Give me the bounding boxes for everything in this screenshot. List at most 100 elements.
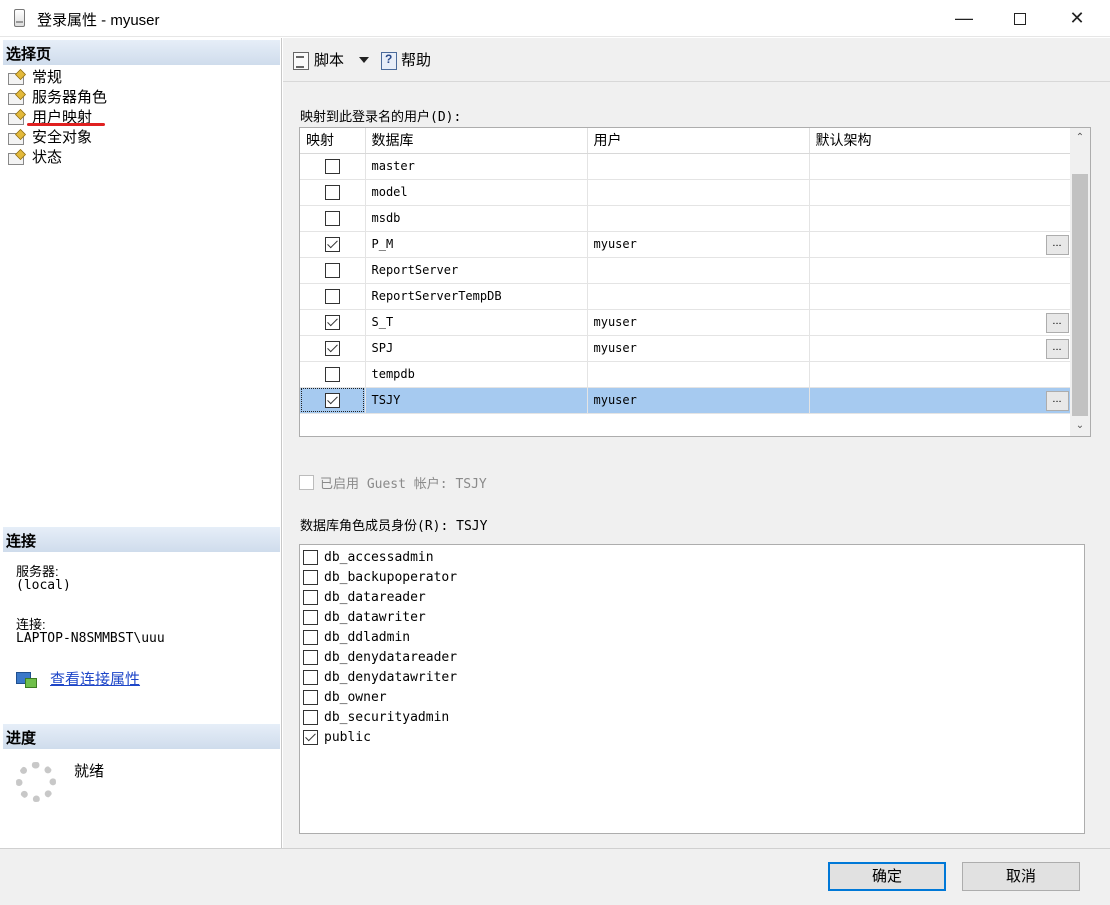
- default-schema-cell[interactable]: ...: [809, 335, 1071, 362]
- table-row[interactable]: ReportServer: [300, 257, 1071, 284]
- role-item[interactable]: db_backupoperator: [303, 568, 457, 586]
- user-cell[interactable]: [587, 257, 810, 284]
- grid-scrollbar[interactable]: ⌃ ⌄: [1070, 128, 1090, 436]
- ok-button[interactable]: 确定: [828, 862, 946, 891]
- col-default-schema[interactable]: 默认架构: [809, 128, 1071, 154]
- default-schema-cell[interactable]: [809, 205, 1071, 232]
- role-checkbox[interactable]: [303, 689, 318, 705]
- table-row[interactable]: SPJ myuser...: [300, 335, 1071, 362]
- page-icon: [7, 69, 26, 85]
- page-icon: [7, 149, 26, 165]
- role-item[interactable]: db_datareader: [303, 588, 426, 606]
- page-status[interactable]: 状态: [7, 146, 62, 166]
- view-connection-properties[interactable]: 查看连接属性: [16, 668, 140, 689]
- map-checkbox[interactable]: [324, 263, 340, 279]
- guest-account-option: 已启用 Guest 帐户: TSJY: [299, 473, 487, 492]
- role-item[interactable]: db_securityadmin: [303, 708, 449, 726]
- role-item[interactable]: db_accessadmin: [303, 548, 434, 566]
- default-schema-cell[interactable]: [809, 283, 1071, 310]
- page-securables[interactable]: 安全对象: [7, 126, 92, 146]
- map-cell: [300, 387, 366, 414]
- user-cell[interactable]: [587, 283, 810, 310]
- role-checkbox[interactable]: [303, 729, 318, 745]
- map-cell: [300, 153, 366, 180]
- script-button[interactable]: 脚本: [291, 49, 344, 70]
- map-checkbox[interactable]: [324, 367, 340, 383]
- default-schema-cell[interactable]: ...: [809, 387, 1071, 414]
- map-checkbox[interactable]: [324, 393, 340, 409]
- role-checkbox[interactable]: [303, 589, 318, 605]
- table-row[interactable]: TSJY myuser...: [300, 387, 1071, 414]
- user-cell[interactable]: [587, 361, 810, 388]
- col-database[interactable]: 数据库: [365, 128, 588, 154]
- script-dropdown-icon[interactable]: [359, 57, 369, 63]
- role-checkbox[interactable]: [303, 709, 318, 725]
- table-row[interactable]: ReportServerTempDB: [300, 283, 1071, 310]
- user-cell[interactable]: [587, 179, 810, 206]
- user-cell[interactable]: [587, 205, 810, 232]
- default-schema-cell[interactable]: [809, 361, 1071, 388]
- user-cell[interactable]: [587, 153, 810, 180]
- page-server-roles[interactable]: 服务器角色: [7, 86, 107, 106]
- role-checkbox[interactable]: [303, 649, 318, 665]
- maximize-icon: [1014, 13, 1026, 26]
- role-item[interactable]: db_ddladmin: [303, 628, 410, 646]
- role-checkbox[interactable]: [303, 549, 318, 565]
- col-user[interactable]: 用户: [587, 128, 810, 154]
- role-label: db_datareader: [324, 589, 426, 605]
- map-checkbox[interactable]: [324, 185, 340, 201]
- user-cell[interactable]: myuser: [587, 231, 810, 258]
- role-item[interactable]: db_denydatareader: [303, 648, 457, 666]
- map-checkbox[interactable]: [324, 289, 340, 305]
- table-row[interactable]: P_M myuser...: [300, 231, 1071, 258]
- role-item[interactable]: db_denydatawriter: [303, 668, 457, 686]
- maximize-button[interactable]: [991, 0, 1049, 37]
- browse-schema-button[interactable]: ...: [1045, 312, 1069, 333]
- role-label: db_ddladmin: [324, 629, 411, 645]
- map-checkbox[interactable]: [324, 211, 340, 227]
- map-checkbox[interactable]: [324, 159, 340, 175]
- browse-schema-button[interactable]: ...: [1045, 234, 1069, 255]
- role-item[interactable]: db_datawriter: [303, 608, 426, 626]
- default-schema-cell[interactable]: [809, 179, 1071, 206]
- connection-value: LAPTOP-N8SMMBST\uuu: [16, 631, 165, 646]
- role-checkbox[interactable]: [303, 629, 318, 645]
- default-schema-cell[interactable]: [809, 153, 1071, 180]
- scroll-down-icon[interactable]: ⌄: [1070, 416, 1090, 436]
- default-schema-cell[interactable]: ...: [809, 309, 1071, 336]
- page-general[interactable]: 常规: [7, 66, 62, 86]
- role-checkbox[interactable]: [303, 669, 318, 685]
- user-cell[interactable]: myuser: [587, 335, 810, 362]
- database-cell: SPJ: [365, 335, 588, 362]
- table-row[interactable]: msdb: [300, 205, 1071, 232]
- default-schema-cell[interactable]: [809, 257, 1071, 284]
- role-checkbox[interactable]: [303, 569, 318, 585]
- user-cell[interactable]: myuser: [587, 387, 810, 414]
- col-map[interactable]: 映射: [300, 128, 366, 154]
- map-checkbox[interactable]: [324, 341, 340, 357]
- table-row[interactable]: S_T myuser...: [300, 309, 1071, 336]
- minimize-button[interactable]: —: [935, 0, 993, 37]
- cancel-button[interactable]: 取消: [962, 862, 1080, 891]
- script-icon: [291, 51, 311, 70]
- map-checkbox[interactable]: [324, 315, 340, 331]
- role-item[interactable]: db_owner: [303, 688, 387, 706]
- view-connection-properties-link[interactable]: 查看连接属性: [50, 668, 140, 689]
- table-row[interactable]: master: [300, 153, 1071, 180]
- page-icon: [7, 129, 26, 145]
- default-schema-cell[interactable]: ...: [809, 231, 1071, 258]
- close-button[interactable]: ✕: [1048, 0, 1106, 37]
- help-icon: [378, 51, 398, 70]
- table-row[interactable]: tempdb: [300, 361, 1071, 388]
- browse-schema-button[interactable]: ...: [1045, 390, 1069, 411]
- scroll-up-icon[interactable]: ⌃: [1070, 128, 1090, 148]
- table-row[interactable]: model: [300, 179, 1071, 206]
- role-checkbox[interactable]: [303, 609, 318, 625]
- scroll-thumb[interactable]: [1072, 174, 1088, 416]
- map-cell: [300, 205, 366, 232]
- help-button[interactable]: 帮助: [378, 49, 431, 70]
- role-item[interactable]: public: [303, 728, 371, 746]
- map-checkbox[interactable]: [324, 237, 340, 253]
- browse-schema-button[interactable]: ...: [1045, 338, 1069, 359]
- user-cell[interactable]: myuser: [587, 309, 810, 336]
